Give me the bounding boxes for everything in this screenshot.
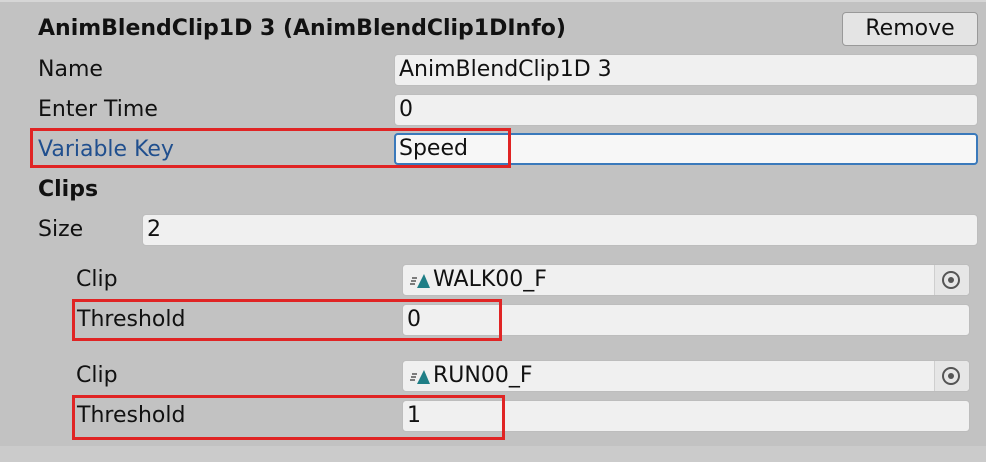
clip-name: RUN00_F bbox=[433, 363, 533, 388]
component-title: AnimBlendClip1D 3 (AnimBlendClip1DInfo) bbox=[38, 16, 566, 41]
variable-key-label: Variable Key bbox=[38, 137, 174, 162]
object-picker-button[interactable] bbox=[934, 361, 969, 391]
object-picker-button[interactable] bbox=[934, 265, 969, 295]
name-field[interactable]: AnimBlendClip1D 3 bbox=[394, 54, 978, 86]
clip-object-field[interactable]: WALK00_F bbox=[402, 264, 970, 296]
clips-header: Clips bbox=[38, 177, 99, 202]
size-label: Size bbox=[38, 217, 84, 242]
clip-label: Clip bbox=[76, 267, 118, 292]
variable-key-field[interactable]: Speed bbox=[394, 133, 978, 165]
animation-clip-icon bbox=[410, 274, 430, 288]
name-label: Name bbox=[38, 57, 103, 82]
clip-label: Clip bbox=[76, 363, 118, 388]
threshold-field[interactable]: 0 bbox=[402, 304, 970, 336]
threshold-label: Threshold bbox=[77, 307, 186, 332]
remove-button[interactable]: Remove bbox=[842, 12, 978, 46]
object-picker-icon bbox=[942, 367, 960, 385]
threshold-label: Threshold bbox=[77, 403, 186, 428]
enter-time-label: Enter Time bbox=[38, 97, 158, 122]
size-field[interactable]: 2 bbox=[142, 214, 978, 246]
object-picker-icon bbox=[942, 271, 960, 289]
clip-object-field[interactable]: RUN00_F bbox=[402, 360, 970, 392]
threshold-field[interactable]: 1 bbox=[402, 400, 970, 432]
footer-strip bbox=[0, 446, 986, 462]
animation-clip-icon bbox=[410, 370, 430, 384]
clip-name: WALK00_F bbox=[433, 267, 547, 292]
enter-time-field[interactable]: 0 bbox=[394, 94, 978, 126]
inspector-panel: AnimBlendClip1D 3 (AnimBlendClip1DInfo) … bbox=[0, 0, 986, 448]
